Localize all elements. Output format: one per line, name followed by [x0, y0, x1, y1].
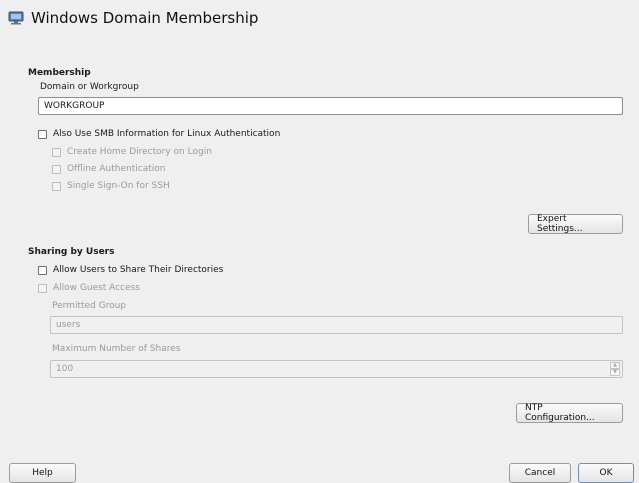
checkbox-box[interactable]	[38, 265, 47, 275]
computer-network-icon	[8, 11, 24, 25]
create-home-label: Create Home Directory on Login	[67, 147, 212, 157]
expert-settings-button[interactable]: Expert Settings...	[528, 214, 623, 234]
max-shares-value: 100	[56, 364, 74, 374]
permitted-group-label: Permitted Group	[52, 301, 127, 311]
checkbox-box[interactable]	[38, 283, 47, 293]
membership-section-label: Membership	[28, 68, 91, 78]
ntp-configuration-button[interactable]: NTP Configuration...	[516, 403, 623, 423]
checkbox-box[interactable]	[38, 129, 47, 139]
smb-auth-checkbox[interactable]: Also Use SMB Information for Linux Authe…	[38, 129, 280, 139]
checkbox-box[interactable]	[52, 164, 61, 174]
max-shares-label: Maximum Number of Shares	[52, 344, 181, 354]
page-title: Windows Domain Membership	[31, 9, 259, 27]
checkbox-box[interactable]	[52, 181, 61, 191]
smb-auth-label: Also Use SMB Information for Linux Authe…	[53, 129, 281, 139]
ok-button[interactable]: OK	[578, 463, 634, 483]
max-shares-spinbox[interactable]: 100 ▲ ▼	[50, 360, 623, 378]
allow-share-checkbox[interactable]: Allow Users to Share Their Directories	[38, 265, 223, 275]
allow-guest-checkbox[interactable]: Allow Guest Access	[38, 283, 140, 293]
offline-auth-label: Offline Authentication	[67, 164, 166, 174]
allow-guest-label: Allow Guest Access	[53, 283, 140, 293]
help-button[interactable]: Help	[9, 463, 76, 483]
spin-buttons[interactable]: ▲ ▼	[610, 362, 620, 376]
allow-share-label: Allow Users to Share Their Directories	[53, 265, 224, 275]
offline-auth-checkbox[interactable]: Offline Authentication	[52, 164, 165, 174]
checkbox-box[interactable]	[52, 147, 61, 157]
window-title-bar: Windows Domain Membership	[8, 6, 258, 30]
sso-ssh-checkbox[interactable]: Single Sign-On for SSH	[52, 181, 170, 191]
domain-label: Domain or Workgroup	[40, 82, 139, 92]
spin-down-icon[interactable]: ▼	[610, 369, 620, 376]
spin-up-icon[interactable]: ▲	[610, 362, 620, 369]
sso-ssh-label: Single Sign-On for SSH	[67, 181, 170, 191]
cancel-button[interactable]: Cancel	[509, 463, 571, 483]
domain-input[interactable]: WORKGROUP	[38, 97, 623, 115]
create-home-checkbox[interactable]: Create Home Directory on Login	[52, 147, 212, 157]
sharing-section-label: Sharing by Users	[28, 247, 115, 257]
permitted-group-input[interactable]: users	[50, 316, 623, 334]
